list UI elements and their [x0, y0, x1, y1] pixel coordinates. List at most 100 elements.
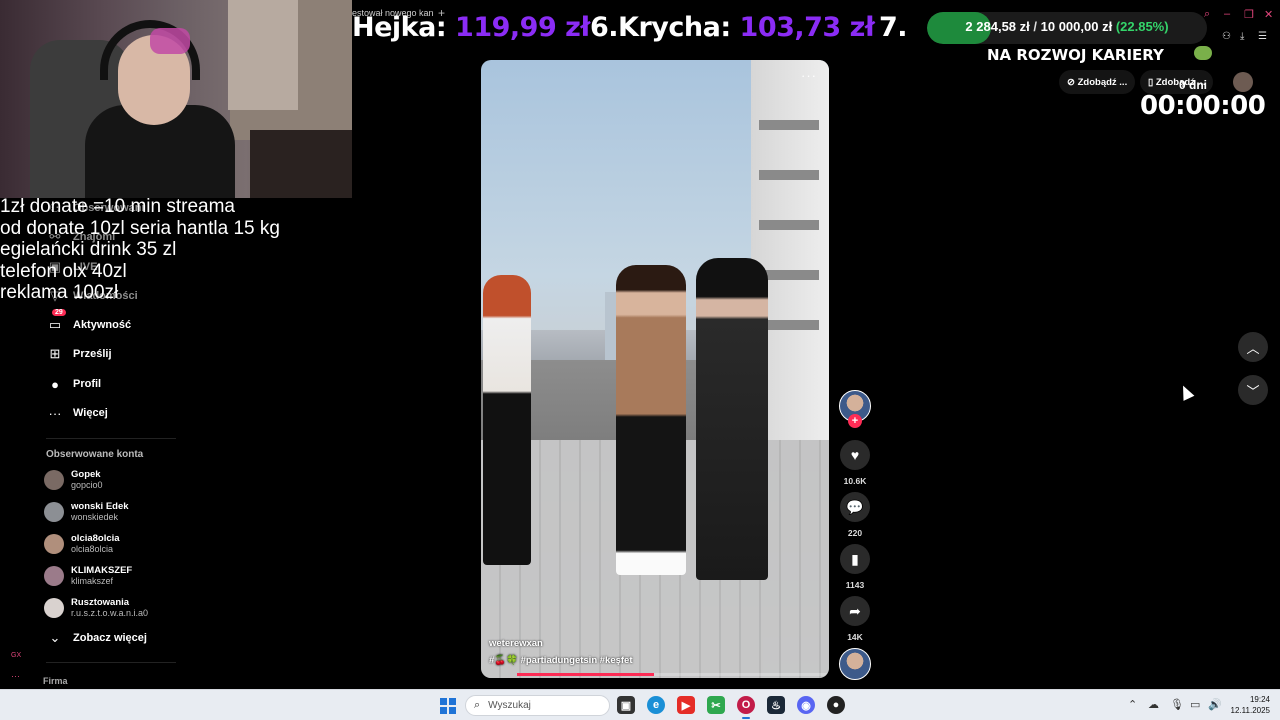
share-button[interactable]: ➦ 14K	[838, 596, 872, 642]
donate-line: od donate 10zl seria hantla 15 kg	[0, 217, 280, 239]
mouse-cursor	[1177, 383, 1195, 401]
avatar	[44, 470, 64, 490]
donate-line: egielańcki drink 35 zl	[0, 239, 177, 260]
dancer-left	[483, 275, 531, 565]
taskbar-search-box[interactable]: ⌕ Wyszukaj	[465, 695, 610, 716]
video-progress-bar[interactable]	[517, 673, 829, 676]
download-icon[interactable]: ⤓	[1240, 31, 1244, 42]
music-disc-button[interactable]	[838, 648, 872, 680]
webcam-door	[228, 0, 298, 110]
youtube-icon[interactable]: ▶	[677, 696, 695, 714]
close-icon[interactable]: ✕	[1264, 8, 1273, 21]
stream-timer: 00:00:00	[1140, 91, 1266, 121]
video-hashtags[interactable]: #🍒🍀 #partiadungetsin #keşfet	[489, 655, 633, 666]
followed-account[interactable]: wonski Edek wonskiedek	[44, 501, 129, 523]
search-icon[interactable]: ⌕	[1204, 8, 1210, 21]
followed-account[interactable]: Rusztowania r.u.s.z.t.o.w.a.n.i.a0	[44, 597, 148, 619]
steam-icon[interactable]: ♨	[767, 696, 785, 714]
chevron-down-icon: ⌄	[49, 630, 61, 645]
microphone-icon[interactable]: 🎙	[1170, 698, 1184, 711]
headset-led	[150, 28, 190, 54]
followed-account[interactable]: KLIMAKSZEF klimakszef	[44, 565, 132, 587]
see-more-button[interactable]: ⌄ Zobacz więcej	[46, 628, 147, 648]
video-progress-fill	[517, 673, 655, 676]
previous-video-button[interactable]: ︿	[1238, 332, 1268, 362]
coin-icon: ⊘	[1067, 76, 1075, 88]
heart-icon: ♥	[840, 440, 870, 470]
chevron-up-icon: ︿	[1246, 340, 1260, 356]
video-author[interactable]: weterewxan	[489, 638, 543, 649]
ticker-item: 6.Krycha: 103,73 zł	[590, 12, 875, 43]
avatar	[44, 502, 64, 522]
dancer-right	[696, 258, 768, 580]
donate-line: reklama 100zł	[0, 282, 119, 303]
phone-icon: ▯	[1148, 76, 1154, 88]
search-icon: ⌕	[474, 699, 481, 711]
donate-info-overlay: 1zł donate =10 min streama od donate 10z…	[0, 196, 280, 304]
sidebar-divider	[46, 662, 176, 663]
avatar	[44, 598, 64, 618]
donate-line: telefon olx 40zl	[0, 260, 127, 282]
nav-upload[interactable]: ⊞ Prześlij	[46, 344, 112, 364]
upload-icon: ⊞	[49, 346, 61, 361]
activity-badge: 29	[52, 309, 66, 316]
bookmark-icon: ▮	[840, 544, 870, 574]
share-icon: ➦	[840, 596, 870, 626]
like-button[interactable]: ♥ 10.6K	[838, 440, 872, 486]
video-player[interactable]: ··· weterewxan #🍒🍀 #partiadungetsin #keş…	[481, 60, 829, 678]
goal-text: 2 284,58 zł / 10 000,00 zł (22.85%)	[965, 19, 1169, 34]
author-avatar-button[interactable]: +	[838, 390, 872, 428]
video-more-button[interactable]: ···	[801, 68, 817, 83]
avatar	[44, 566, 64, 586]
get-coins-button[interactable]: ⊘ Zdobądź ...	[1059, 70, 1136, 94]
tray-chevron-icon[interactable]: ⌃	[1128, 698, 1137, 711]
volume-icon[interactable]: 🔊	[1208, 698, 1222, 711]
more-dots-icon[interactable]: ···	[11, 671, 20, 681]
nav-more[interactable]: ··· Więcej	[46, 403, 108, 423]
taskbar-clock[interactable]: 19:24 12.11.2025	[1226, 694, 1270, 716]
nav-activity[interactable]: ▭ 29 Aktywność	[46, 309, 131, 335]
donation-ticker: estował nowego kan + Hejka: 119,99 zł 6.…	[352, 0, 1280, 64]
follow-plus-icon[interactable]: +	[848, 414, 862, 428]
more-icon: ···	[48, 405, 62, 421]
footer-company-link[interactable]: Firma	[43, 676, 68, 686]
activity-icon: ▭ 29	[46, 309, 66, 333]
network-icon[interactable]: ▭	[1190, 698, 1200, 711]
windows-start-icon[interactable]	[440, 698, 456, 714]
next-video-button[interactable]: ﹀	[1238, 375, 1268, 405]
opera-gx-icon[interactable]: O	[737, 696, 755, 719]
task-view-icon[interactable]: ▣	[617, 696, 635, 714]
donation-goal-bar: 2 284,58 zł / 10 000,00 zł (22.85%)	[927, 12, 1207, 44]
gx-label: GX	[11, 652, 22, 659]
pepe-icon	[1194, 46, 1212, 60]
followed-account[interactable]: olcia8olcia olcia8olcia	[44, 533, 120, 555]
windows-taskbar: ⌕ Wyszukaj ▣ e ▶ ✂ O ♨ ◉ ● ⌃ ☁ 🎙 ▭ 🔊 19:…	[0, 689, 1280, 720]
followed-account[interactable]: Gopek gopcio0	[44, 469, 103, 491]
ticker-item: Hejka: 119,99 zł	[352, 12, 590, 43]
comment-button[interactable]: 💬 220	[838, 492, 872, 538]
ticker-item: 7.	[879, 12, 908, 43]
donate-line: 1zł donate =10 min streama	[0, 196, 235, 217]
restore-icon[interactable]: ❐	[1244, 8, 1254, 21]
edge-icon[interactable]: e	[647, 696, 665, 714]
discord-icon[interactable]: ◉	[797, 696, 815, 714]
webcam-desk	[250, 130, 352, 198]
webcam-feed	[0, 0, 352, 198]
comment-icon: 💬	[840, 492, 870, 522]
music-disc-icon	[839, 648, 871, 680]
menu-icon[interactable]: ☰	[1258, 31, 1267, 42]
cloud-icon[interactable]: ☁	[1148, 698, 1159, 711]
sidebar-divider	[46, 438, 176, 439]
save-button[interactable]: ▮ 1143	[838, 544, 872, 590]
dancer-middle	[616, 265, 686, 575]
obs-icon[interactable]: ●	[827, 696, 845, 714]
chevron-down-icon: ﹀	[1246, 383, 1260, 399]
profile-icon: ●	[51, 376, 59, 392]
followed-accounts-title: Obserwowane konta	[46, 449, 144, 460]
profile-toolbar-icon[interactable]: ⚇	[1222, 31, 1231, 42]
goal-caption: NA ROZWOJ KARIERY	[987, 46, 1164, 64]
minimize-icon[interactable]: –	[1224, 8, 1230, 20]
user-avatar[interactable]	[1233, 72, 1253, 92]
app-icon[interactable]: ✂	[707, 696, 725, 714]
nav-profile[interactable]: ● Profil	[46, 374, 101, 394]
